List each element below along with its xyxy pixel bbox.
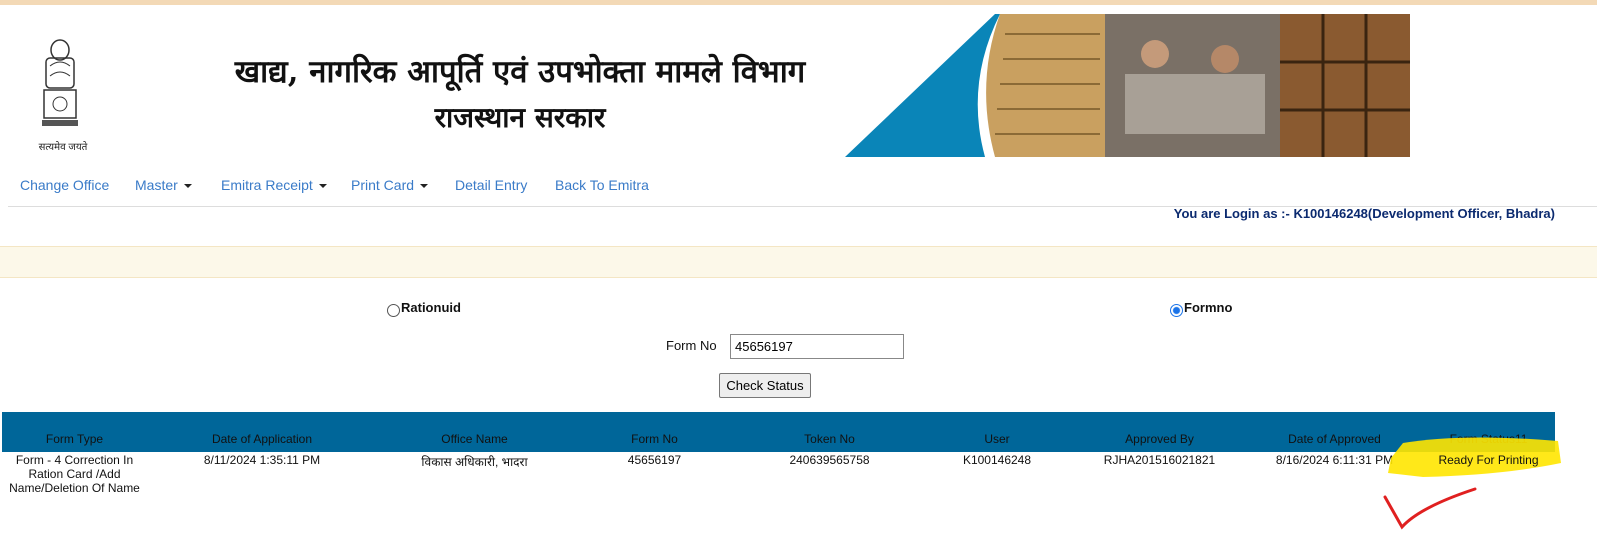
caret-down-icon [318, 184, 327, 189]
nav-label: Master [135, 177, 178, 193]
col-token-no: Token No [737, 412, 922, 452]
table-row: Form - 4 Correction In Ration Card /Add … [2, 452, 1555, 495]
nav-detail-entry[interactable]: Detail Entry [455, 177, 527, 193]
radio-button[interactable] [387, 304, 400, 317]
cell-user: K100146248 [962, 453, 1032, 467]
top-band [0, 0, 1597, 5]
col-date-of-application: Date of Application [147, 412, 377, 452]
red-checkmark-annotation [1383, 487, 1477, 530]
form-no-input[interactable] [730, 334, 904, 359]
nav-emitra-receipt[interactable]: Emitra Receipt [221, 177, 327, 193]
cell-token-no: 240639565758 [789, 453, 870, 467]
nav-label: Detail Entry [455, 177, 528, 193]
check-status-button[interactable]: Check Status [719, 373, 811, 398]
nav-print-card[interactable]: Print Card [351, 177, 429, 193]
form-no-label: Form No [666, 338, 717, 353]
cell-office-name: विकास अधिकारी, भादरा [421, 455, 528, 469]
cell-form-type: Form - 4 Correction In Ration Card /Add … [9, 453, 140, 495]
login-info: You are Login as :- K100146248(Developme… [1173, 206, 1555, 221]
cell-approved-by: RJHA201516021821 [1103, 453, 1216, 467]
table-header-row: Form Type Date of Application Office Nam… [2, 412, 1555, 452]
nav-master[interactable]: Master [135, 177, 192, 193]
col-form-status: Form Status11 [1422, 412, 1555, 452]
col-office-name: Office Name [377, 412, 572, 452]
radio-formno[interactable]: Formno [1170, 298, 1232, 317]
radio-rationuid[interactable]: Rationuid [387, 298, 461, 317]
radio-label: Rationuid [401, 300, 461, 315]
ashoka-emblem-icon [42, 39, 78, 126]
radio-label: Formno [1184, 300, 1233, 315]
col-date-of-approved: Date of Approved [1247, 412, 1422, 452]
col-user: User [922, 412, 1072, 452]
col-approved-by: Approved By [1072, 412, 1247, 452]
nav-label: Print Card [351, 177, 415, 193]
radio-button-selected[interactable] [1170, 304, 1183, 317]
caret-down-icon [420, 184, 429, 189]
department-title: खाद्य, नागरिक आपूर्ति एवं उपभोक्ता मामले… [234, 54, 806, 90]
government-title: राजस्थान सरकार [434, 101, 606, 134]
cell-form-no: 45656197 [627, 453, 682, 467]
nav-label: Back To Emitra [555, 177, 649, 193]
results-table: Form Type Date of Application Office Nam… [2, 412, 1555, 495]
nav-label: Emitra Receipt [221, 177, 313, 193]
cell-date-of-application: 8/11/2024 1:35:11 PM [203, 453, 321, 467]
col-form-type: Form Type [2, 412, 147, 452]
banner-image [845, 14, 1410, 157]
col-form-no: Form No [572, 412, 737, 452]
nav-change-office[interactable]: Change Office [20, 177, 109, 193]
emblem-motto: सत्यमेव जयते [38, 142, 88, 153]
message-bar [0, 246, 1597, 278]
nav-back-to-emitra[interactable]: Back To Emitra [555, 177, 649, 193]
status-text: Ready For Printing [1438, 453, 1539, 467]
caret-down-icon [183, 184, 192, 189]
nav-label: Change Office [20, 177, 110, 193]
